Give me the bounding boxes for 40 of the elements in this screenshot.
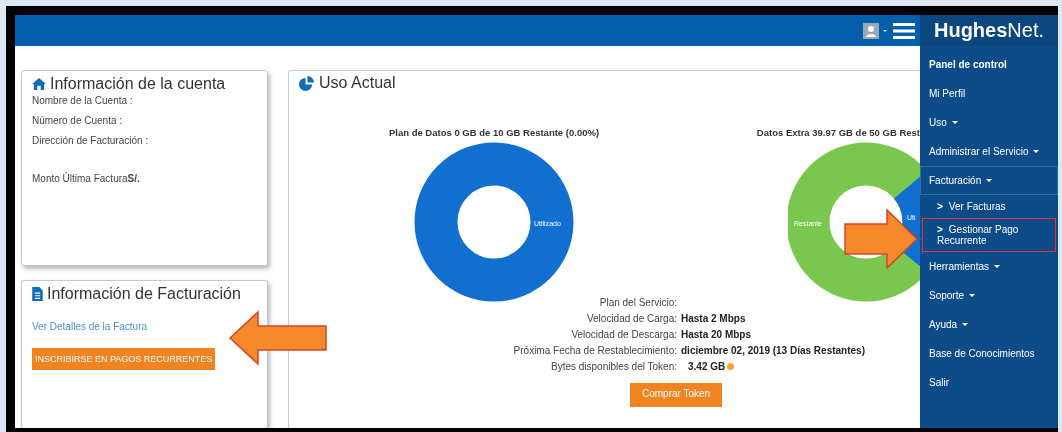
sidebar-item[interactable]: Soporte <box>920 281 1058 310</box>
submenu-item[interactable]: > Ver Facturas <box>922 195 1056 218</box>
sidebar-item[interactable]: Administrar el Servicio <box>920 137 1058 166</box>
detail-label: Próxima Fecha de Restablecimiento: <box>512 345 677 356</box>
document-icon <box>32 287 43 301</box>
detail-value: Hasta 2 Mbps <box>681 313 746 324</box>
sidebar-item[interactable]: Salir <box>920 368 1058 397</box>
home-icon <box>32 78 46 90</box>
submenu-item[interactable]: > Gestionar Pago Recurrente <box>922 218 1056 252</box>
chart-title: Datos Extra 39.97 GB de 50 GB Rest <box>756 127 920 138</box>
detail-label: Bytes disponibles del Token: <box>550 361 677 372</box>
coin-icon <box>727 363 735 370</box>
menu-icon[interactable] <box>893 22 915 39</box>
detail-label: Velocidad de Carga: <box>585 313 677 324</box>
detail-value: Hasta 20 Mbps <box>681 329 752 340</box>
card-title: Información de la cuenta <box>50 75 226 93</box>
detail-value: diciembre 02, 2019 (13 Días Restantes) <box>681 345 865 356</box>
chart-title: Plan de Datos 0 GB de 10 GB Restante (0.00%) <box>388 127 600 138</box>
sidebar-item[interactable]: Herramientas <box>920 252 1058 281</box>
sidebar-item[interactable]: Base de Conocimientos <box>920 339 1058 368</box>
detail-value: 3.42 GB <box>688 361 726 372</box>
detail-label: Plan del Servicio: <box>598 297 677 308</box>
field-label: Número de Cuenta : <box>32 115 123 126</box>
pie-chart-icon <box>299 75 314 91</box>
sidebar-item[interactable]: Facturación <box>920 166 1058 195</box>
logo: HughesNet. <box>920 15 1058 46</box>
field-label: Nombre de la Cuenta : <box>32 95 133 106</box>
sidebar-item[interactable]: Ayuda <box>920 310 1058 339</box>
card-title: Información de Facturación <box>47 285 241 303</box>
field-label: Monto Última Factura <box>32 173 128 184</box>
sidebar-item[interactable]: Panel de control <box>920 50 1058 79</box>
field-label: Dirección de Facturación : <box>32 135 149 146</box>
sidebar-item[interactable]: Mi Perfil <box>920 79 1058 108</box>
invoice-details-link[interactable]: Ver Detalles de la Factura <box>32 321 148 332</box>
sidebar-item[interactable]: Uso <box>920 108 1058 137</box>
caret-icon[interactable] <box>883 29 887 32</box>
panel-title: Uso Actual <box>319 74 396 92</box>
user-icon[interactable] <box>863 22 879 39</box>
detail-label: Velocidad de Descarga: <box>570 329 677 340</box>
field-value: S/. <box>127 173 140 184</box>
